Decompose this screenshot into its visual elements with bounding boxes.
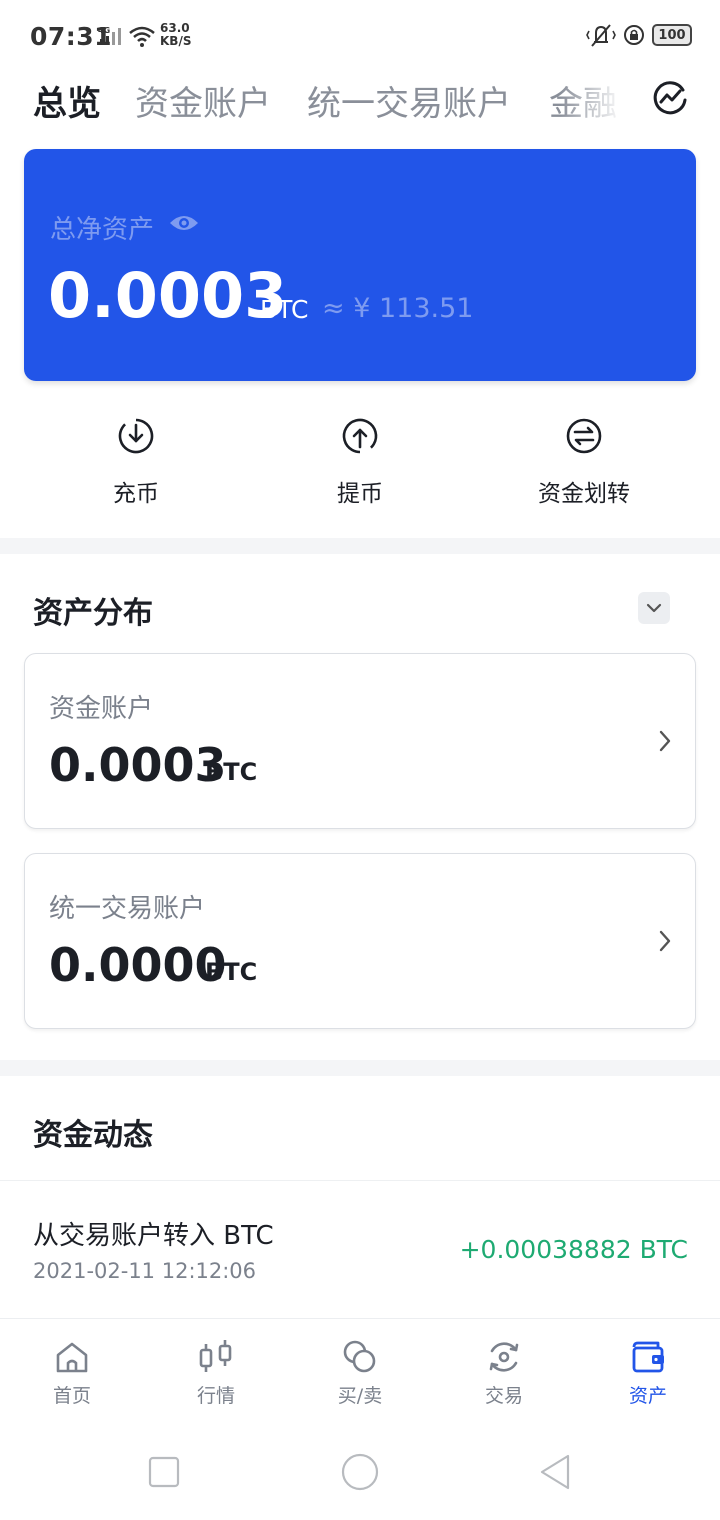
chevron-down-icon (646, 603, 662, 613)
section-divider (0, 538, 720, 554)
nav-markets[interactable]: 行情 (161, 1337, 271, 1408)
quick-actions: 充币 提币 资金划转 (0, 400, 720, 540)
unified-trading-account-card[interactable]: 统一交易账户 0.0000 BTC (24, 853, 696, 1029)
section-divider (0, 1060, 720, 1076)
nav-buy-sell-label: 买/卖 (337, 1385, 383, 1407)
tab-overview[interactable]: 总览 (33, 76, 101, 125)
recents-button-icon[interactable] (144, 1452, 184, 1492)
status-bar: 07:31 4G 63.0 KB/S 100 (0, 0, 720, 72)
nav-trade[interactable]: 交易 (449, 1337, 559, 1408)
coins-icon (343, 1340, 376, 1373)
account-value: 0.0000 (49, 938, 227, 992)
bottom-navigation: 首页 行情 买/卖 交易 资产 (0, 1318, 720, 1418)
home-button-icon[interactable] (340, 1452, 380, 1492)
total-balance-value: 0.0003 (48, 259, 288, 332)
withdraw-icon (342, 418, 378, 454)
transfer-icon (566, 418, 602, 454)
account-value: 0.0003 (49, 738, 227, 792)
account-tabs: 总览 资金账户 统一交易账户 金融 (0, 72, 720, 132)
deposit-label: 充币 (113, 481, 159, 507)
trade-icon (489, 1342, 519, 1372)
list-item[interactable]: 从交易账户转入 BTC 2021-02-11 12:12:06 +0.00038… (0, 1180, 720, 1318)
nav-markets-label: 行情 (196, 1385, 235, 1407)
battery-indicator: 100 (652, 24, 692, 46)
nav-assets-label: 资产 (628, 1385, 667, 1407)
tab-fade-overlay (560, 72, 640, 132)
network-speed: 63.0 KB/S (160, 22, 191, 48)
cellular-signal-icon: 4G (98, 26, 121, 45)
candlestick-icon (199, 1340, 232, 1372)
activity-timestamp: 2021-02-11 12:12:06 (33, 1259, 257, 1283)
tab-unified-trading-account[interactable]: 统一交易账户 (307, 76, 511, 125)
withdraw-button[interactable]: 提币 (280, 416, 440, 508)
asset-distribution-title: 资产分布 (33, 596, 153, 631)
network-type: 4G (98, 26, 110, 35)
chevron-right-icon (659, 930, 671, 952)
account-name: 统一交易账户 (49, 894, 206, 924)
deposit-icon (118, 418, 154, 454)
pnl-chart-icon[interactable] (650, 78, 690, 118)
total-balance-card: 总净资产 0.0003 BTC ≈ ¥ 113.51 (24, 149, 696, 381)
account-unit: BTC (205, 958, 258, 986)
total-balance-fiat: ≈ ¥ 113.51 (322, 293, 474, 324)
status-right-icons: 100 (586, 22, 692, 48)
nav-assets[interactable]: 资产 (593, 1337, 703, 1408)
account-name: 资金账户 (49, 694, 154, 724)
vibrate-icon (586, 24, 616, 47)
fund-activity-title: 资金动态 (33, 1118, 153, 1153)
wallet-icon (632, 1341, 664, 1373)
rotation-lock-icon (624, 25, 644, 45)
home-icon (56, 1342, 88, 1373)
wifi-icon (129, 26, 155, 47)
system-navigation-bar (0, 1418, 720, 1520)
account-unit: BTC (205, 758, 258, 786)
nav-home-label: 首页 (52, 1385, 91, 1407)
withdraw-label: 提币 (337, 481, 383, 507)
chevron-right-icon (659, 730, 671, 752)
funding-account-card[interactable]: 资金账户 0.0003 BTC (24, 653, 696, 829)
total-balance-unit: BTC (260, 295, 309, 324)
speed-unit: KB/S (160, 34, 192, 48)
back-button-icon[interactable] (536, 1452, 576, 1492)
transfer-label: 资金划转 (538, 481, 630, 507)
distribution-collapse-button[interactable] (638, 592, 670, 624)
activity-amount: +0.00038882 BTC (459, 1235, 688, 1264)
tab-funding-account[interactable]: 资金账户 (135, 76, 271, 125)
eye-icon[interactable] (168, 211, 200, 235)
total-net-assets-label: 总净资产 (50, 215, 155, 245)
nav-home[interactable]: 首页 (17, 1337, 127, 1408)
activity-title: 从交易账户转入 BTC (33, 1221, 274, 1251)
transfer-button[interactable]: 资金划转 (504, 416, 664, 508)
nav-trade-label: 交易 (484, 1385, 523, 1407)
nav-buy-sell[interactable]: 买/卖 (305, 1337, 415, 1408)
deposit-button[interactable]: 充币 (56, 416, 216, 508)
